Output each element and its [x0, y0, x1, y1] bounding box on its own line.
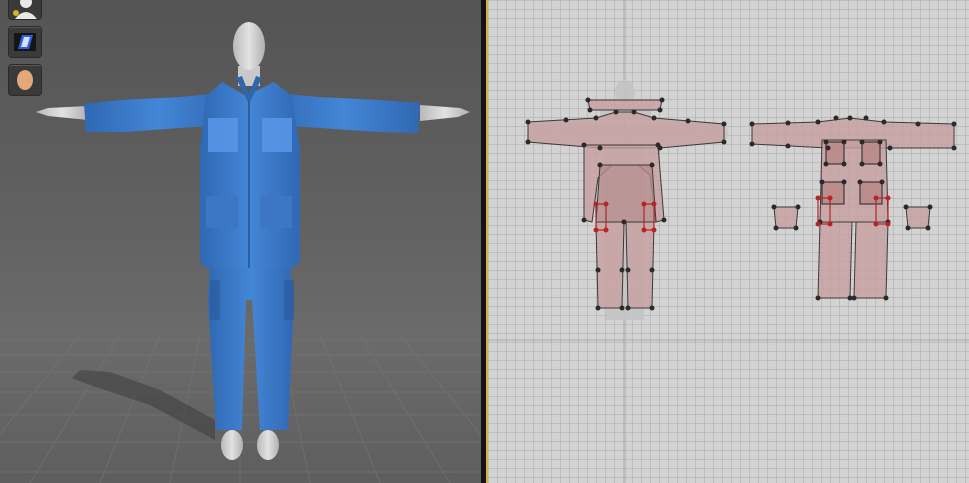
avatar-head-icon: [17, 70, 33, 90]
3d-scene: [0, 22, 481, 483]
back-pants-right-pattern: [853, 221, 889, 299]
front-hip-pattern: [595, 164, 657, 223]
collar-pattern: [587, 99, 663, 111]
back-pants-left-pattern: [817, 221, 853, 299]
front-sleeves-pattern: [527, 111, 725, 149]
right-cuff-pattern: [905, 206, 931, 229]
chest-pocket-left: [208, 118, 238, 152]
avatar-silhouette-icon: [13, 0, 37, 19]
front-pants-left-pattern: [595, 221, 625, 309]
garment-book-icon: [14, 33, 36, 51]
avatar-head: [233, 22, 265, 70]
3d-viewport[interactable]: [0, 0, 481, 483]
lower-pocket-right: [260, 196, 292, 228]
pants: [208, 268, 294, 430]
2d-pattern-window[interactable]: [488, 0, 969, 483]
garment-tool-button[interactable]: [8, 26, 42, 58]
right-hand: [420, 105, 470, 121]
left-hand: [36, 106, 88, 120]
2d-pattern-canvas: [488, 0, 969, 483]
viewport-splitter[interactable]: [481, 0, 488, 483]
left-foot: [221, 430, 243, 460]
chest-pocket-right: [262, 118, 292, 152]
left-cuff-pattern: [773, 206, 799, 229]
head-tool-button[interactable]: [8, 64, 42, 96]
front-pants-right-pattern: [625, 221, 655, 309]
right-foot: [257, 430, 279, 460]
avatar-tool-button[interactable]: [8, 0, 42, 20]
avatar-shadow: [72, 370, 215, 440]
lower-pocket-left: [206, 196, 238, 228]
